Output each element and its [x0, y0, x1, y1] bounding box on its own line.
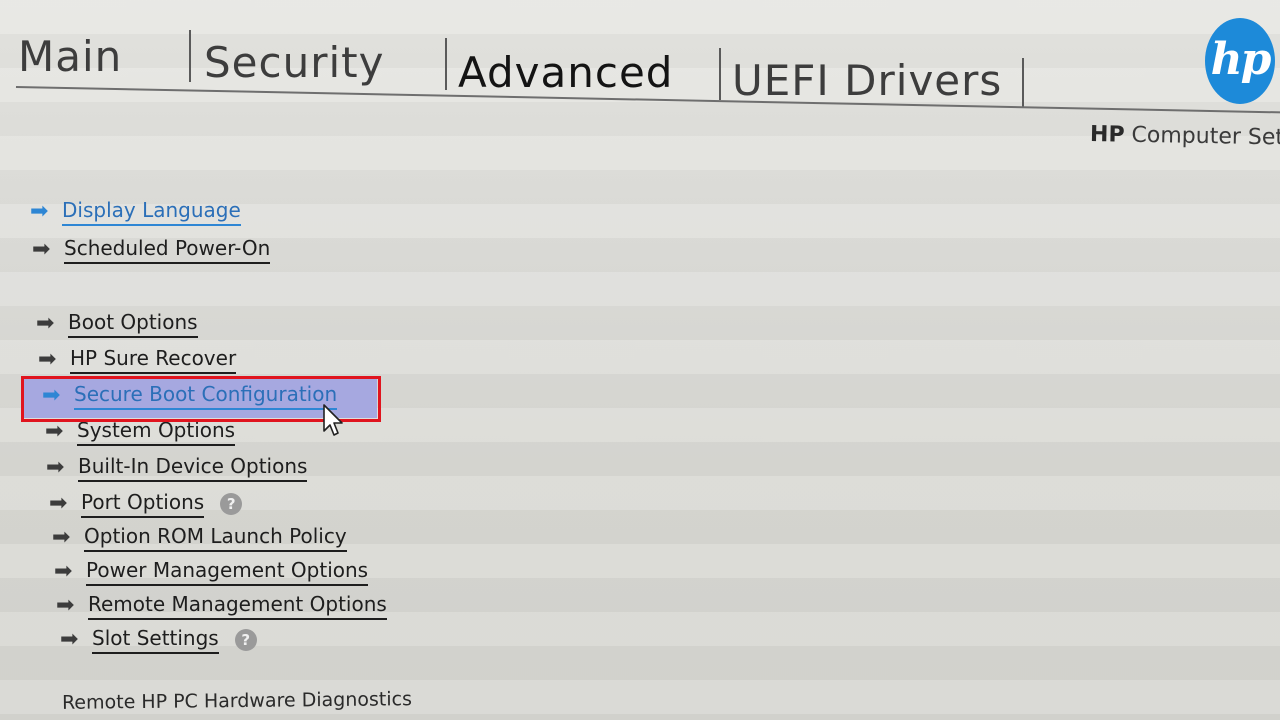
tab-separator: [1022, 58, 1024, 108]
menu-item-label: Boot Options: [68, 310, 198, 338]
arrow-right-icon: ➡: [30, 199, 49, 224]
arrow-right-icon: ➡: [54, 559, 73, 584]
arrow-right-icon: ➡: [60, 627, 79, 652]
menu-item-label: Display Language: [62, 198, 241, 226]
arrow-right-icon: ➡: [46, 455, 65, 480]
setup-title-text: Computer Setup: [1131, 122, 1280, 151]
menu-item-label: Option ROM Launch Policy: [84, 524, 347, 552]
tab-separator: [719, 48, 721, 100]
tab-security[interactable]: Security: [204, 38, 384, 87]
mouse-cursor-icon: [323, 404, 343, 436]
menu-item-port-options[interactable]: ➡ Port Options ?: [49, 490, 243, 518]
menu-item-label: Built-In Device Options: [78, 454, 308, 482]
menu-item-hp-sure-recover[interactable]: ➡ HP Sure Recover: [38, 346, 237, 374]
help-icon[interactable]: ?: [220, 493, 243, 515]
tab-uefi-drivers[interactable]: UEFI Drivers: [732, 56, 1002, 105]
menu-item-remote-management-options[interactable]: ➡ Remote Management Options: [56, 592, 387, 620]
menu-item-system-options[interactable]: ➡ System Options: [45, 418, 236, 446]
hp-logo: hp: [1205, 18, 1275, 104]
menu-item-power-management-options[interactable]: ➡ Power Management Options: [54, 558, 369, 586]
arrow-right-icon: ➡: [32, 237, 51, 262]
menu-item-label: Slot Settings: [92, 626, 219, 654]
menu-item-display-language[interactable]: ➡ Display Language: [30, 198, 241, 226]
menu-item-label: Scheduled Power-On: [64, 236, 271, 264]
menu-item-label: HP Sure Recover: [70, 346, 237, 374]
help-icon[interactable]: ?: [234, 629, 257, 651]
tab-advanced[interactable]: Advanced: [458, 48, 673, 97]
tab-main[interactable]: Main: [18, 32, 122, 81]
arrow-right-icon: ➡: [36, 311, 55, 336]
arrow-right-icon: ➡: [45, 419, 64, 444]
menu-item-option-rom-launch-policy[interactable]: ➡ Option ROM Launch Policy: [52, 524, 347, 552]
arrow-right-icon: ➡: [56, 593, 75, 618]
menu-item-label: Power Management Options: [86, 558, 369, 586]
arrow-right-icon: ➡: [49, 491, 68, 516]
menu-item-slot-settings[interactable]: ➡ Slot Settings ?: [60, 626, 257, 654]
arrow-right-icon: ➡: [38, 347, 57, 372]
tab-separator: [189, 30, 191, 82]
menu-item-boot-options[interactable]: ➡ Boot Options: [36, 310, 198, 338]
menu-item-built-in-device-options[interactable]: ➡ Built-In Device Options: [46, 454, 308, 482]
remote-hp-pc-hardware-diagnostics[interactable]: Remote HP PC Hardware Diagnostics: [62, 688, 412, 714]
setup-title: HP Computer Setup: [1090, 122, 1280, 151]
tab-separator: [445, 38, 447, 90]
setup-title-brand: HP: [1089, 122, 1125, 148]
menu-item-label: Port Options: [81, 490, 205, 518]
menu-item-label: System Options: [77, 418, 236, 446]
menu-item-scheduled-power-on[interactable]: ➡ Scheduled Power-On: [32, 236, 271, 264]
menu-item-label: Remote Management Options: [88, 592, 387, 620]
arrow-right-icon: ➡: [52, 525, 71, 550]
hp-logo-text: hp: [1210, 33, 1272, 85]
